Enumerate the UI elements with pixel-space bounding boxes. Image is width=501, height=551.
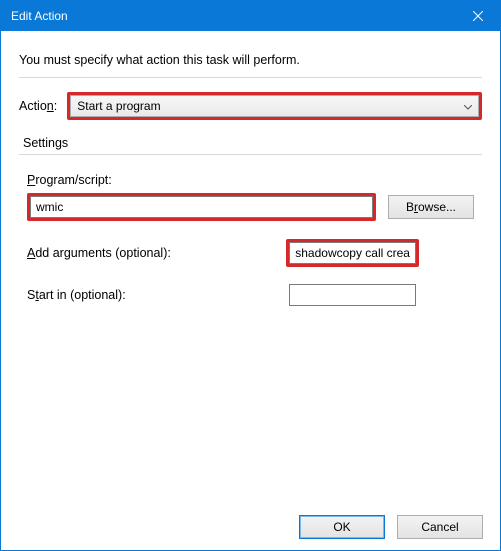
close-icon	[473, 11, 483, 21]
action-highlight: Start a program	[67, 92, 482, 120]
titlebar: Edit Action	[1, 1, 500, 31]
arguments-label: Add arguments (optional):	[27, 246, 286, 260]
program-highlight	[27, 193, 376, 221]
arguments-input[interactable]	[289, 242, 416, 264]
program-row: Browse...	[27, 193, 474, 221]
instruction-text: You must specify what action this task w…	[19, 45, 482, 77]
action-row: Action: Start a program	[19, 92, 482, 120]
startin-row: Start in (optional):	[27, 281, 474, 309]
settings-legend: Settings	[19, 136, 482, 150]
arguments-highlight	[286, 239, 419, 267]
settings-box: Program/script: Browse... Add arguments …	[19, 154, 482, 474]
arguments-row: Add arguments (optional):	[27, 239, 474, 267]
action-label: Action:	[19, 99, 59, 113]
settings-fieldset: Settings Program/script: Browse... Add a…	[19, 136, 482, 474]
dialog-footer: OK Cancel	[299, 515, 483, 539]
cancel-button[interactable]: Cancel	[397, 515, 483, 539]
browse-button[interactable]: Browse...	[388, 195, 474, 219]
divider	[19, 77, 482, 78]
startin-label: Start in (optional):	[27, 288, 286, 302]
program-label: Program/script:	[27, 173, 474, 187]
window-title: Edit Action	[11, 9, 455, 23]
dialog-content: You must specify what action this task w…	[1, 31, 500, 474]
startin-input[interactable]	[289, 284, 416, 306]
ok-button[interactable]: OK	[299, 515, 385, 539]
action-selected-value: Start a program	[77, 99, 160, 113]
chevron-down-icon	[464, 99, 472, 113]
close-button[interactable]	[455, 1, 500, 31]
action-dropdown[interactable]: Start a program	[70, 95, 479, 117]
program-input[interactable]	[30, 196, 373, 218]
